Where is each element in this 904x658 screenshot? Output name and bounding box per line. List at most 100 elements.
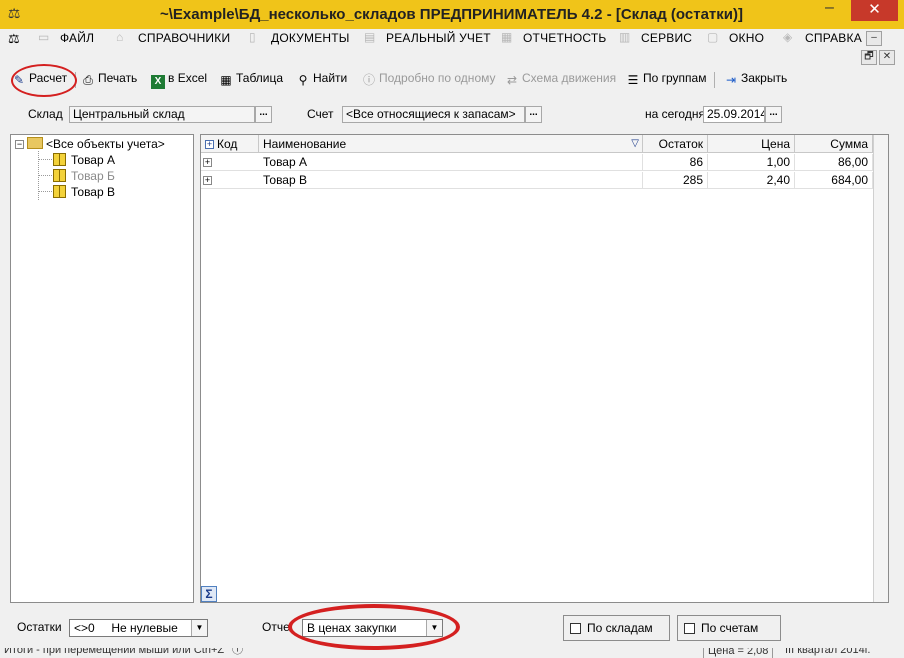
mdi-minimize-button[interactable]: – bbox=[866, 31, 882, 46]
date-label: на сегодня bbox=[645, 107, 705, 121]
by-warehouses-label: По складам bbox=[587, 621, 653, 635]
menu-reports[interactable]: ▦ ОТЧЕТНОСТЬ bbox=[501, 30, 606, 46]
scales-icon: ⚖ bbox=[8, 31, 20, 46]
scales-icon[interactable]: ⚖ bbox=[6, 5, 22, 21]
grid-header: + Код Наименование ▽ Остаток Цена Сумма bbox=[201, 135, 873, 153]
menu-directories[interactable]: ⌂ СПРАВОЧНИКИ bbox=[116, 30, 231, 46]
cell-sum: 86,00 bbox=[795, 154, 873, 171]
flow-scheme-button[interactable]: ⇄ Схема движения bbox=[505, 71, 616, 87]
tree-item-label: Товар В bbox=[71, 185, 115, 199]
status-period: III квартал 2014г. bbox=[785, 648, 871, 656]
chart-icon: ▦ bbox=[501, 30, 513, 44]
folder-icon bbox=[27, 137, 43, 149]
cell-sum: 684,00 bbox=[795, 172, 873, 189]
window-title: ~\Example\БД_несколько_складов ПРЕДПРИНИ… bbox=[160, 6, 743, 23]
table-row[interactable]: + Товар В 285 2,40 684,00 bbox=[201, 172, 873, 189]
table-row[interactable]: + Товар А 86 1,00 86,00 bbox=[201, 154, 873, 171]
column-sum[interactable]: Сумма bbox=[795, 135, 873, 153]
tree-root-label: <Все объекты учета> bbox=[46, 137, 165, 151]
annotation-ellipse bbox=[11, 64, 77, 97]
column-name[interactable]: Наименование ▽ bbox=[259, 135, 643, 153]
status-hint: Итоги - при перемещении мыши или Ctrl+Z bbox=[4, 648, 225, 656]
menu-label: ФАЙЛ bbox=[60, 31, 95, 45]
list-icon: ☰ bbox=[627, 73, 639, 87]
checkbox-icon bbox=[570, 623, 581, 634]
menu-service[interactable]: ▥ СЕРВИС bbox=[619, 30, 693, 46]
sort-desc-icon[interactable]: ▽ bbox=[631, 135, 639, 153]
cell-balance: 285 bbox=[643, 172, 708, 189]
table-label: Таблица bbox=[236, 71, 284, 85]
minimize-button[interactable]: – bbox=[816, 0, 843, 21]
date-field[interactable]: 25.09.2014 bbox=[703, 106, 765, 123]
status-price: Цена = 2,08 bbox=[703, 648, 774, 658]
print-button[interactable]: ⎙ Печать bbox=[81, 71, 137, 87]
home-icon: ⌂ bbox=[116, 30, 124, 44]
column-label: Наименование bbox=[263, 137, 347, 151]
product-icon bbox=[53, 169, 66, 182]
cell-name: Товар В bbox=[259, 172, 643, 189]
column-balance[interactable]: Остаток bbox=[643, 135, 708, 153]
date-select-button[interactable]: ... bbox=[765, 106, 782, 123]
account-select-button[interactable]: ... bbox=[525, 106, 542, 123]
document-icon: ▯ bbox=[249, 30, 256, 44]
magnifier-icon: ⚲ bbox=[298, 73, 308, 87]
stock-grid[interactable]: + Код Наименование ▽ Остаток Цена Сумма +… bbox=[200, 134, 889, 603]
mdi-close-button[interactable]: ✕ bbox=[879, 50, 895, 65]
close-window-button[interactable]: ✕ bbox=[851, 0, 898, 21]
tree-item[interactable]: Товар А bbox=[53, 152, 115, 168]
flow-label: Схема движения bbox=[522, 71, 617, 85]
tree-connector bbox=[38, 159, 52, 160]
info-icon: ⓘ bbox=[232, 648, 243, 656]
menu-label: СЕРВИС bbox=[641, 31, 693, 45]
close-button[interactable]: ⇥ Закрыть bbox=[724, 71, 787, 87]
warehouse-label: Склад bbox=[28, 107, 63, 121]
groups-button[interactable]: ☰ По группам bbox=[626, 71, 707, 87]
by-accounts-toggle[interactable]: По счетам bbox=[677, 615, 781, 641]
table-button[interactable]: ▦ Таблица bbox=[219, 71, 283, 87]
menu-file[interactable]: ▭ ФАЙЛ bbox=[38, 30, 95, 46]
menu-help[interactable]: ◈ СПРАВКА bbox=[783, 31, 862, 46]
column-label: Сумма bbox=[830, 137, 868, 151]
warehouse-select-button[interactable]: ... bbox=[255, 106, 272, 123]
object-tree[interactable]: − <Все объекты учета> Товар А Товар Б Тов… bbox=[10, 134, 194, 603]
print-label: Печать bbox=[98, 71, 138, 85]
window-icon: ▢ bbox=[707, 30, 719, 44]
account-field[interactable]: <Все относящиеся к запасам> bbox=[342, 106, 525, 123]
cell-price: 1,00 bbox=[708, 154, 795, 171]
folder-icon: ▭ bbox=[38, 30, 50, 44]
dropdown-arrow-icon[interactable]: ▼ bbox=[191, 620, 207, 636]
column-label: Остаток bbox=[658, 137, 703, 151]
expand-row-icon[interactable]: + bbox=[203, 158, 212, 167]
detail-button[interactable]: ⓘ Подробно по одному bbox=[362, 71, 496, 87]
menu-label: ОКНО bbox=[729, 31, 765, 45]
expand-all-icon[interactable]: + bbox=[205, 140, 214, 149]
product-icon bbox=[53, 153, 66, 166]
menu-label: ДОКУМЕНТЫ bbox=[271, 31, 350, 45]
column-price[interactable]: Цена bbox=[708, 135, 795, 153]
expand-row-icon[interactable]: + bbox=[203, 176, 212, 185]
tree-item[interactable]: Товар Б bbox=[53, 168, 115, 184]
mdi-restore-button[interactable]: 🗗 bbox=[861, 50, 877, 65]
tree-item[interactable]: Товар В bbox=[53, 184, 115, 200]
find-button[interactable]: ⚲ Найти bbox=[296, 71, 348, 87]
account-label: Счет bbox=[307, 107, 334, 121]
by-warehouses-toggle[interactable]: По складам bbox=[563, 615, 670, 641]
tree-root[interactable]: − <Все объекты учета> bbox=[15, 136, 165, 152]
menu-label: СПРАВОЧНИКИ bbox=[138, 31, 231, 45]
warehouse-field[interactable]: Центральный склад bbox=[69, 106, 255, 123]
annotation-ellipse bbox=[288, 604, 460, 650]
menu-scales[interactable]: ⚖ bbox=[8, 31, 20, 47]
excel-button[interactable]: Xв Excel bbox=[151, 71, 207, 89]
vertical-scrollbar[interactable] bbox=[873, 135, 888, 602]
collapse-icon[interactable]: − bbox=[15, 140, 24, 149]
sigma-totals-button[interactable]: Σ bbox=[201, 586, 217, 602]
menu-real-accounting[interactable]: ▤ РЕАЛЬНЫЙ УЧЕТ bbox=[364, 31, 491, 46]
menu-documents[interactable]: ▯ ДОКУМЕНТЫ bbox=[249, 30, 350, 46]
cell-name: Товар А bbox=[259, 154, 643, 171]
menu-window[interactable]: ▢ ОКНО bbox=[707, 30, 765, 46]
column-code[interactable]: + Код bbox=[201, 135, 259, 153]
keyboard-icon: ▥ bbox=[619, 30, 631, 44]
product-icon bbox=[53, 185, 66, 198]
balances-select[interactable]: <>0 Не нулевые ▼ bbox=[69, 619, 208, 637]
detail-label: Подробно по одному bbox=[379, 71, 496, 85]
